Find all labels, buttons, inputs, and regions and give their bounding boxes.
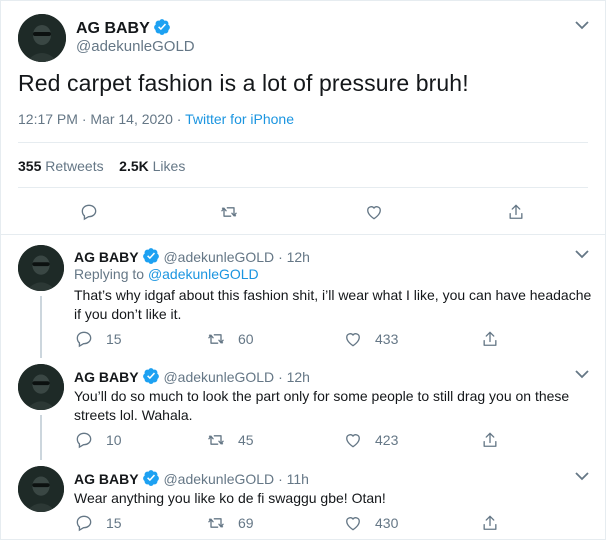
retweets-count: 355 [18,158,42,174]
like-count: 433 [375,331,399,347]
reply-author-handle: @adekunleGOLD [163,471,275,487]
reply-text: That’s why idgaf about this fashion shit… [74,287,592,322]
like-icon [346,434,360,448]
reply-icon [76,432,92,449]
reply-count: 15 [106,331,122,347]
avatar[interactable] [18,14,66,62]
chevron-down-icon[interactable] [575,249,589,259]
likes-stat[interactable]: 2.5K Likes [119,158,185,174]
reply-author-handle: @adekunleGOLD [163,249,275,265]
engagement-stats: 355 Retweets 2.5K Likes [18,158,185,174]
divider [18,187,588,188]
share-icon [509,204,523,219]
avatar[interactable] [18,364,64,410]
like-button[interactable]: 430 [343,513,398,533]
reply-count: 10 [106,432,122,448]
like-button[interactable] [364,202,384,222]
like-icon [346,333,360,347]
likes-label: Likes [152,158,186,174]
author-name[interactable]: AG BABY [76,18,171,38]
chevron-down-icon[interactable] [575,369,589,379]
reply-icon [76,331,92,348]
retweet-icon [221,207,237,217]
retweet-button[interactable]: 69 [206,513,254,533]
reply-author[interactable]: AG BABY @adekunleGOLD · 12h [74,247,310,265]
share-button[interactable] [480,430,500,450]
retweet-icon [208,435,224,445]
divider [18,142,588,143]
reply-author[interactable]: AG BABY @adekunleGOLD · 12h [74,367,310,385]
retweet-button[interactable] [219,202,239,222]
like-count: 423 [375,432,399,448]
avatar[interactable] [18,466,64,512]
reply-icon [81,204,97,221]
retweet-count: 69 [238,515,254,531]
retweet-icon [208,334,224,344]
share-button[interactable] [480,329,500,349]
retweet-button[interactable]: 60 [206,329,254,349]
reply-button[interactable]: 15 [74,329,122,349]
likes-count: 2.5K [119,158,149,174]
reply-age[interactable]: · 11h [278,471,309,487]
share-button[interactable] [506,202,526,222]
reply-author[interactable]: AG BABY @adekunleGOLD · 11h [74,469,309,487]
retweet-button[interactable]: 45 [206,430,254,450]
reply-button[interactable]: 10 [74,430,122,450]
replying-to: Replying to @adekunleGOLD [74,266,259,282]
author-name-text: AG BABY [76,20,150,37]
reply-text: You’ll do so much to look the part only … [74,388,570,423]
tweet-timestamp[interactable]: 12:17 PM · Mar 14, 2020 · [18,111,185,127]
chevron-down-icon[interactable] [575,471,589,481]
reply-author-name: AG BABY [74,249,139,265]
replying-to-link[interactable]: @adekunleGOLD [148,266,259,282]
retweets-stat[interactable]: 355 Retweets [18,158,104,174]
like-button[interactable]: 423 [343,430,398,450]
like-count: 430 [375,515,399,531]
tweet-meta: 12:17 PM · Mar 14, 2020 · Twitter for iP… [18,111,294,127]
reply-icon [76,515,92,532]
share-icon [483,515,497,530]
like-icon [346,517,360,531]
retweet-icon [208,518,224,528]
thread-connector [40,415,42,460]
verified-badge-icon [142,368,159,384]
reply-age[interactable]: · 12h [278,369,310,385]
verified-badge-icon [142,470,159,486]
tweet-text: Red carpet fashion is a lot of pressure … [18,70,469,96]
reply-author-name: AG BABY [74,369,139,385]
reply-age[interactable]: · 12h [278,249,310,265]
reply-author-handle: @adekunleGOLD [163,369,275,385]
reply-button[interactable] [79,202,99,222]
share-button[interactable] [480,513,500,533]
thread-connector [40,296,42,358]
retweet-count: 45 [238,432,254,448]
verified-badge-icon [153,19,170,35]
verified-badge-icon [142,248,159,264]
divider [0,234,606,235]
replying-to-label: Replying to [74,266,145,282]
reply-button[interactable]: 15 [74,513,122,533]
avatar[interactable] [18,245,64,291]
reply-text: Wear anything you like ko de fi swaggu g… [74,490,386,506]
reply-author-name: AG BABY [74,471,139,487]
reply-count: 15 [106,515,122,531]
retweet-count: 60 [238,331,254,347]
retweets-label: Retweets [45,158,104,174]
tweet-source-link[interactable]: Twitter for iPhone [185,111,294,127]
like-button[interactable]: 433 [343,329,398,349]
author-handle[interactable]: @adekunleGOLD [76,38,195,55]
share-icon [483,331,497,346]
chevron-down-icon[interactable] [575,20,589,30]
share-icon [483,432,497,447]
like-icon [367,206,381,220]
